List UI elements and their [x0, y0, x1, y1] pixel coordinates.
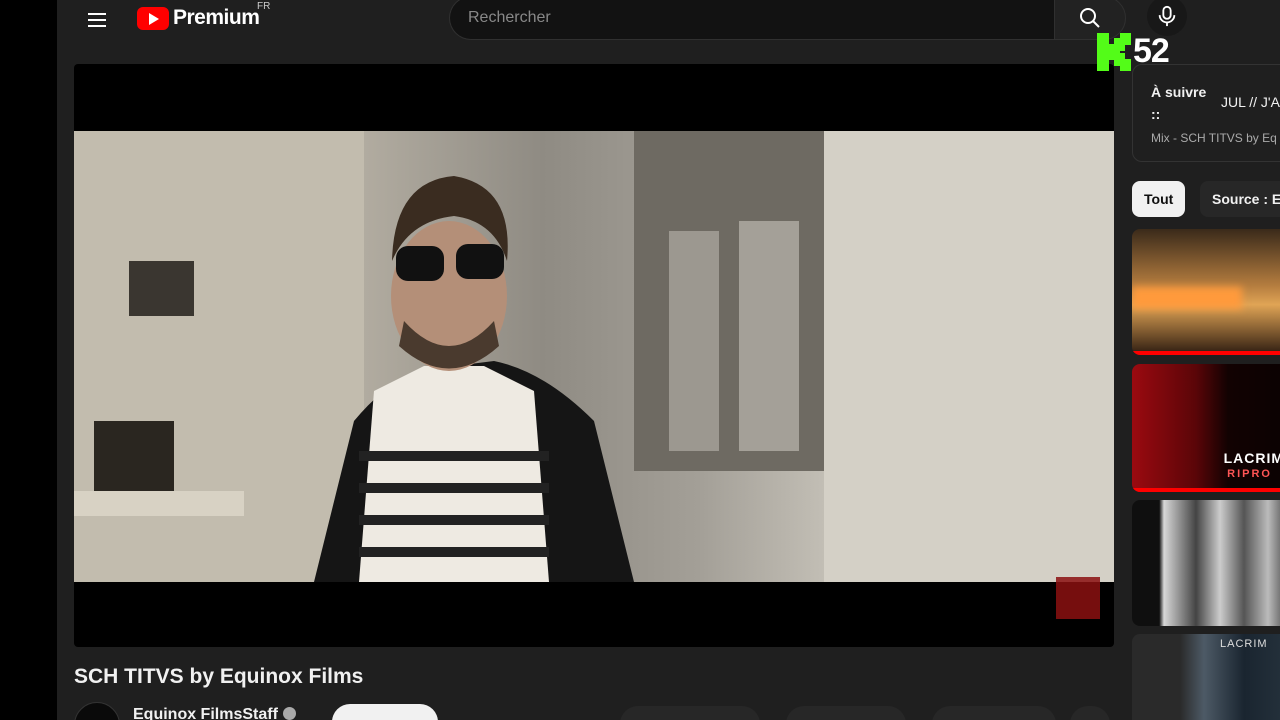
up-next-panel[interactable]: À suivre :: JUL // J'A Mix - SCH TITVS b… — [1132, 64, 1280, 162]
like-dislike-button[interactable] — [620, 706, 760, 720]
video-scene — [74, 131, 1114, 582]
thumbnail-subtext: RIPRO — [1227, 468, 1272, 480]
channel-watermark[interactable] — [1056, 577, 1100, 619]
microphone-icon — [1158, 5, 1176, 27]
video-player[interactable] — [74, 64, 1114, 647]
subscribe-button[interactable] — [332, 704, 438, 720]
menu-icon[interactable] — [85, 8, 109, 32]
thumbnail-text: LACRIM — [1223, 450, 1280, 466]
youtube-app: Premium FR Rechercher SCH TITVS by Equin… — [57, 0, 1280, 720]
recommended-thumbnail-2[interactable]: LACRIM RIPRO — [1132, 364, 1280, 492]
voice-search-button[interactable] — [1147, 0, 1187, 36]
youtube-premium-logo[interactable]: Premium FR — [137, 1, 270, 30]
more-actions-button[interactable] — [1070, 706, 1110, 720]
up-next-subtitle: Mix - SCH TITVS by Eq — [1151, 131, 1277, 145]
watch-progress-bar — [1132, 488, 1280, 492]
channel-name-text[interactable]: Equinox FilmsStaff — [133, 706, 278, 720]
chip-all[interactable]: Tout — [1132, 181, 1186, 217]
verified-icon — [282, 707, 296, 720]
chip-source[interactable]: Source : E — [1200, 181, 1280, 217]
video-frame[interactable] — [74, 131, 1114, 582]
watch-progress-bar — [1132, 351, 1280, 355]
up-next-title[interactable]: JUL // J'A — [1221, 94, 1280, 110]
search-icon — [1080, 8, 1100, 28]
kick-logo-icon — [1097, 32, 1131, 71]
share-button[interactable] — [786, 706, 906, 720]
search-input[interactable] — [450, 0, 1054, 39]
channel-name[interactable]: Equinox FilmsStaff — [133, 706, 296, 720]
thumbnail-text: LACRIM — [1220, 638, 1268, 650]
video-title: SCH TITVS by Equinox Films — [74, 665, 364, 688]
channel-row: Equinox FilmsStaff — [74, 700, 1114, 720]
youtube-play-icon — [137, 6, 169, 30]
recommended-thumbnail-3[interactable] — [1132, 500, 1280, 626]
search-box[interactable] — [449, 0, 1054, 40]
up-next-label-text: À suivre :: — [1151, 84, 1207, 122]
logo-text: Premium — [173, 6, 260, 29]
recommended-thumbnail-1[interactable] — [1132, 229, 1280, 355]
save-button[interactable] — [932, 706, 1056, 720]
channel-avatar[interactable] — [74, 702, 120, 720]
kick-viewer-badge: 52 — [1097, 32, 1170, 71]
recommended-thumbnail-4[interactable]: LACRIM — [1132, 634, 1280, 720]
logo-country-code: FR — [257, 1, 271, 12]
up-next-label: À suivre :: — [1151, 81, 1213, 125]
viewer-count: 52 — [1133, 32, 1170, 70]
